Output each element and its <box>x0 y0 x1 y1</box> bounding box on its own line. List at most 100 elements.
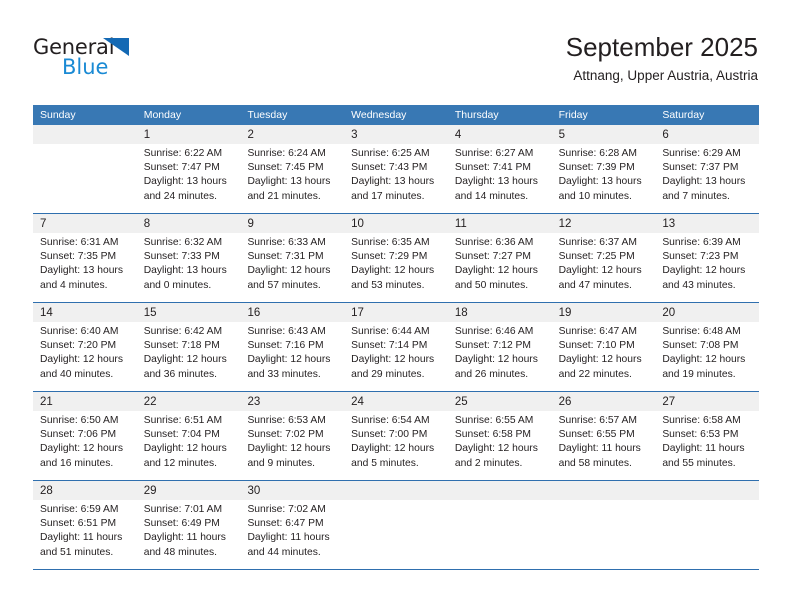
daylight-text-line1: Daylight: 12 hours <box>40 354 123 366</box>
day-cell-16[interactable]: 16 Sunrise: 6:43 AM Sunset: 7:16 PM Dayligh… <box>240 303 345 391</box>
daylight-text-line1: Daylight: 13 hours <box>143 176 227 188</box>
daylight-text-line2: and 43 minutes. <box>662 279 736 291</box>
day-cell-4[interactable]: 4 Sunrise: 6:27 AM Sunset: 7:41 PM Daylight… <box>447 125 552 213</box>
general-blue-logo[interactable]: General Blue <box>33 36 153 82</box>
day-number-band <box>551 481 656 500</box>
day-cell-25[interactable]: 25 Sunrise: 6:55 AM Sunset: 6:58 PM Dayligh… <box>447 392 552 480</box>
daylight-text-line1: Daylight: 12 hours <box>454 354 538 366</box>
day-number-band: 16 <box>240 303 345 322</box>
day-cell-13[interactable]: 13 Sunrise: 6:39 AM Sunset: 7:23 PM Dayligh… <box>655 214 760 302</box>
daylight-text-line1: Daylight: 12 hours <box>247 265 331 277</box>
daylight-text-line2: and 40 minutes. <box>40 368 114 380</box>
day-details: Sunrise: 6:43 AM Sunset: 7:16 PM Daylight:… <box>240 322 344 382</box>
daylight-text-line2: and 53 minutes. <box>351 279 425 291</box>
sunrise-text: Sunrise: 6:37 AM <box>558 237 638 248</box>
day-cell-27[interactable]: 27 Sunrise: 6:58 AM Sunset: 6:53 PM Dayligh… <box>655 392 760 480</box>
day-cell-11[interactable]: 11 Sunrise: 6:36 AM Sunset: 7:27 PM Dayligh… <box>447 214 552 302</box>
day-number: 5 <box>558 129 565 141</box>
day-number-band: 15 <box>136 303 241 322</box>
day-cell-26[interactable]: 26 Sunrise: 6:57 AM Sunset: 6:55 PM Dayligh… <box>551 392 656 480</box>
day-details: Sunrise: 6:57 AM Sunset: 6:55 PM Daylight:… <box>552 411 656 471</box>
daylight-text-line1: Daylight: 11 hours <box>247 532 330 544</box>
logo-triangle-icon <box>103 38 129 56</box>
day-cell-8[interactable]: 8 Sunrise: 6:32 AM Sunset: 7:33 PM Daylight… <box>136 214 241 302</box>
day-cell-28[interactable]: 28 Sunrise: 6:59 AM Sunset: 6:51 PM Dayligh… <box>33 481 137 569</box>
day-cell-2[interactable]: 2 Sunrise: 6:24 AM Sunset: 7:45 PM Daylight… <box>240 125 345 213</box>
day-cell-22[interactable]: 22 Sunrise: 6:51 AM Sunset: 7:04 PM Dayligh… <box>136 392 241 480</box>
day-cell-23[interactable]: 23 Sunrise: 6:53 AM Sunset: 7:02 PM Dayligh… <box>240 392 345 480</box>
weekday-header-thursday: Thursday <box>454 109 499 121</box>
day-number-band: 1 <box>136 125 241 144</box>
daylight-text-line1: Daylight: 13 hours <box>40 265 123 277</box>
day-cell-7[interactable]: 7 Sunrise: 6:31 AM Sunset: 7:35 PM Daylight… <box>33 214 137 302</box>
sunrise-text: Sunrise: 6:58 AM <box>662 415 741 426</box>
sunset-text: Sunset: 7:10 PM <box>558 340 635 352</box>
day-details <box>552 500 656 503</box>
day-number-band: 21 <box>33 392 137 411</box>
day-cell-empty <box>551 481 656 569</box>
day-details: Sunrise: 6:59 AM Sunset: 6:51 PM Daylight:… <box>33 500 137 560</box>
sunset-text: Sunset: 7:02 PM <box>247 429 324 441</box>
day-details: Sunrise: 6:48 AM Sunset: 7:08 PM Daylight:… <box>655 322 759 382</box>
daylight-text-line2: and 14 minutes. <box>454 190 529 202</box>
sunrise-text: Sunrise: 6:44 AM <box>351 326 430 337</box>
day-cell-15[interactable]: 15 Sunrise: 6:42 AM Sunset: 7:18 PM Dayligh… <box>136 303 241 391</box>
day-cell-21[interactable]: 21 Sunrise: 6:50 AM Sunset: 7:06 PM Dayligh… <box>33 392 137 480</box>
day-cell-18[interactable]: 18 Sunrise: 6:46 AM Sunset: 7:12 PM Dayligh… <box>447 303 552 391</box>
daylight-text-line1: Daylight: 11 hours <box>662 443 745 455</box>
sunset-text: Sunset: 7:08 PM <box>662 340 739 352</box>
daylight-text-line2: and 36 minutes. <box>143 368 217 380</box>
day-number: 15 <box>143 307 157 319</box>
day-cell-1[interactable]: 1 Sunrise: 6:22 AM Sunset: 7:47 PM Daylight… <box>136 125 241 213</box>
sunset-text: Sunset: 7:39 PM <box>558 162 635 174</box>
day-details: Sunrise: 6:44 AM Sunset: 7:14 PM Daylight:… <box>344 322 448 382</box>
daylight-text-line2: and 5 minutes. <box>351 457 419 469</box>
page-header: General Blue September 2025 Attnang, Upp… <box>0 0 792 104</box>
day-cell-9[interactable]: 9 Sunrise: 6:33 AM Sunset: 7:31 PM Daylight… <box>240 214 345 302</box>
daylight-text-line1: Daylight: 13 hours <box>247 176 331 188</box>
day-cell-19[interactable]: 19 Sunrise: 6:47 AM Sunset: 7:10 PM Dayligh… <box>551 303 656 391</box>
day-number-band: 4 <box>447 125 552 144</box>
day-cell-5[interactable]: 5 Sunrise: 6:28 AM Sunset: 7:39 PM Daylight… <box>551 125 656 213</box>
daylight-text-line2: and 48 minutes. <box>143 546 217 558</box>
day-details: Sunrise: 6:54 AM Sunset: 7:00 PM Daylight:… <box>344 411 448 471</box>
day-cell-29[interactable]: 29 Sunrise: 7:01 AM Sunset: 6:49 PM Dayligh… <box>136 481 241 569</box>
page-title: September 2025 <box>565 32 758 62</box>
day-cell-17[interactable]: 17 Sunrise: 6:44 AM Sunset: 7:14 PM Dayligh… <box>344 303 448 391</box>
day-number-band <box>344 481 448 500</box>
sunrise-text: Sunrise: 6:27 AM <box>454 148 534 159</box>
day-details: Sunrise: 6:40 AM Sunset: 7:20 PM Daylight:… <box>33 322 137 382</box>
day-number-band: 12 <box>551 214 656 233</box>
day-number: 23 <box>247 396 261 408</box>
weekday-header-monday: Monday <box>143 109 182 121</box>
day-details <box>655 500 759 503</box>
sunset-text: Sunset: 7:47 PM <box>143 162 220 174</box>
sunrise-text: Sunrise: 6:54 AM <box>351 415 430 426</box>
day-cell-14[interactable]: 14 Sunrise: 6:40 AM Sunset: 7:20 PM Dayligh… <box>33 303 137 391</box>
sunset-text: Sunset: 7:29 PM <box>351 251 428 263</box>
daylight-text-line1: Daylight: 12 hours <box>40 443 123 455</box>
calendar-weeks: 1 Sunrise: 6:22 AM Sunset: 7:47 PM Daylight… <box>33 125 760 570</box>
day-cell-3[interactable]: 3 Sunrise: 6:25 AM Sunset: 7:43 PM Daylight… <box>344 125 448 213</box>
sunset-text: Sunset: 7:04 PM <box>143 429 220 441</box>
day-cell-6[interactable]: 6 Sunrise: 6:29 AM Sunset: 7:37 PM Daylight… <box>655 125 760 213</box>
day-details: Sunrise: 6:37 AM Sunset: 7:25 PM Daylight:… <box>552 233 656 293</box>
daylight-text-line1: Daylight: 12 hours <box>454 265 538 277</box>
day-cell-20[interactable]: 20 Sunrise: 6:48 AM Sunset: 7:08 PM Dayligh… <box>655 303 760 391</box>
day-cell-12[interactable]: 12 Sunrise: 6:37 AM Sunset: 7:25 PM Dayligh… <box>551 214 656 302</box>
day-details: Sunrise: 6:29 AM Sunset: 7:37 PM Daylight:… <box>655 144 759 204</box>
day-cell-10[interactable]: 10 Sunrise: 6:35 AM Sunset: 7:29 PM Dayligh… <box>344 214 448 302</box>
weekday-header-friday: Friday <box>558 109 588 121</box>
daylight-text-line2: and 47 minutes. <box>558 279 632 291</box>
day-cell-24[interactable]: 24 Sunrise: 6:54 AM Sunset: 7:00 PM Dayligh… <box>344 392 448 480</box>
day-cell-30[interactable]: 30 Sunrise: 7:02 AM Sunset: 6:47 PM Dayligh… <box>240 481 345 569</box>
day-number-band: 28 <box>33 481 137 500</box>
day-number: 24 <box>351 396 364 408</box>
daylight-text-line1: Daylight: 13 hours <box>662 176 746 188</box>
day-number: 16 <box>247 307 261 319</box>
daylight-text-line2: and 44 minutes. <box>247 546 321 558</box>
page-subtitle: Attnang, Upper Austria, Austria <box>573 68 758 83</box>
day-details: Sunrise: 6:22 AM Sunset: 7:47 PM Daylight:… <box>137 144 241 204</box>
sunrise-text: Sunrise: 6:48 AM <box>662 326 741 337</box>
sunset-text: Sunset: 7:16 PM <box>247 340 324 352</box>
